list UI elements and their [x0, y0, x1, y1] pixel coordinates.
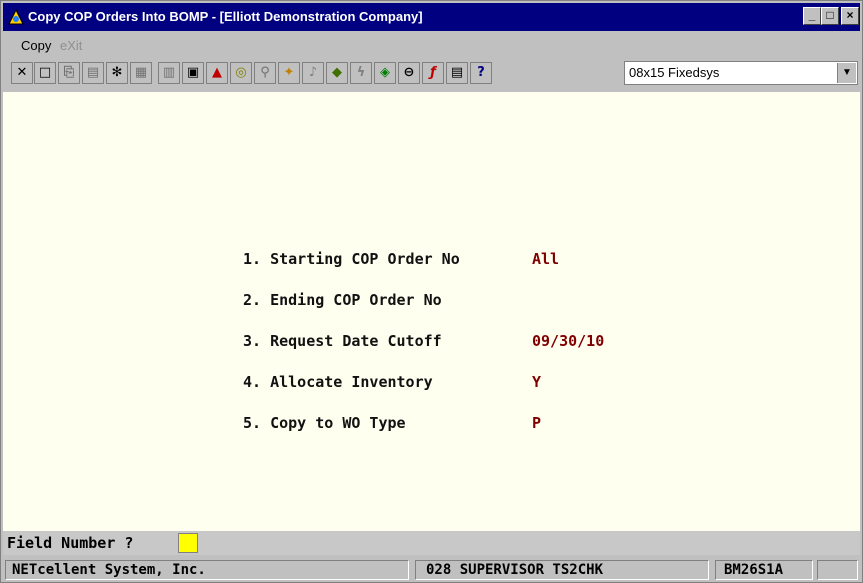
- warning-icon[interactable]: ▲: [206, 62, 228, 84]
- maximize-button[interactable]: □: [821, 7, 839, 25]
- gear-icon[interactable]: ✦: [278, 62, 300, 84]
- binoculars-icon[interactable]: ◎: [230, 62, 252, 84]
- app-window: Copy COP Orders Into BOMP - [Elliott Dem…: [0, 0, 863, 583]
- lightning-icon[interactable]: ϟ: [350, 62, 372, 84]
- close-icon: ×: [846, 8, 854, 22]
- help-icon[interactable]: ?: [470, 62, 492, 84]
- maximize-icon: □: [826, 8, 834, 22]
- prompt-label: Field Number ?: [7, 534, 134, 552]
- wizard-icon[interactable]: ♪: [302, 62, 324, 84]
- function-icon[interactable]: ƒ: [422, 62, 444, 84]
- status-company: NETcellent System, Inc.: [5, 560, 409, 580]
- app-logo-icon: [8, 8, 24, 25]
- notes-icon[interactable]: ▤: [446, 62, 468, 84]
- terminal-screen: 1. Starting COP Order No All 2. Ending C…: [3, 92, 860, 531]
- menu-exit[interactable]: eXit: [60, 38, 82, 53]
- printer-icon[interactable]: ▣: [182, 62, 204, 84]
- field-4-label: 4. Allocate Inventory: [243, 373, 433, 391]
- run-icon[interactable]: ◈: [374, 62, 396, 84]
- select-icon[interactable]: □: [34, 62, 56, 84]
- font-select[interactable]: 08x15 Fixedsys ▼: [624, 61, 858, 85]
- field-5-value[interactable]: P: [532, 414, 541, 432]
- status-user: 028 SUPERVISOR TS2CHK: [415, 560, 709, 580]
- status-extra: [817, 560, 858, 580]
- properties-icon[interactable]: ▦: [130, 62, 152, 84]
- toolbar: ✕ □ ⎘ ▤ ✻ ▦ ▥ ▣ ▲ ◎ ⚲ ✦ ♪ ◆ ϟ ◈ ⊖ ƒ ▤ ? …: [3, 59, 860, 89]
- field-number-input[interactable]: [178, 533, 198, 553]
- list-icon[interactable]: ▥: [158, 62, 180, 84]
- status-program: BM26S1A: [715, 560, 813, 580]
- chevron-down-icon[interactable]: ▼: [837, 63, 856, 83]
- menu-copy[interactable]: Copy: [21, 38, 51, 53]
- minimize-button[interactable]: _: [803, 7, 821, 25]
- title-bar[interactable]: Copy COP Orders Into BOMP - [Elliott Dem…: [3, 3, 860, 31]
- link-icon[interactable]: ⊖: [398, 62, 420, 84]
- menu-bar: Copy eXit: [3, 34, 860, 56]
- search-icon[interactable]: ⚲: [254, 62, 276, 84]
- field-4-value[interactable]: Y: [532, 373, 541, 391]
- field-3-value[interactable]: 09/30/10: [532, 332, 604, 350]
- field-5-label: 5. Copy to WO Type: [243, 414, 406, 432]
- close-x-icon[interactable]: ✕: [11, 62, 33, 84]
- field-2-label: 2. Ending COP Order No: [243, 291, 442, 309]
- doc-icon[interactable]: ◆: [326, 62, 348, 84]
- minimize-icon: _: [808, 8, 816, 22]
- close-button[interactable]: ×: [841, 7, 859, 25]
- status-bar: NETcellent System, Inc. 028 SUPERVISOR T…: [3, 558, 860, 582]
- paste-icon[interactable]: ▤: [82, 62, 104, 84]
- field-1-value[interactable]: All: [532, 250, 559, 268]
- field-1-label: 1. Starting COP Order No: [243, 250, 460, 268]
- field-3-label: 3. Request Date Cutoff: [243, 332, 442, 350]
- command-prompt: Field Number ?: [3, 531, 860, 555]
- copy-icon[interactable]: ⎘: [58, 62, 80, 84]
- settings-icon[interactable]: ✻: [106, 62, 128, 84]
- window-title: Copy COP Orders Into BOMP - [Elliott Dem…: [28, 9, 423, 24]
- font-select-value: 08x15 Fixedsys: [629, 65, 720, 80]
